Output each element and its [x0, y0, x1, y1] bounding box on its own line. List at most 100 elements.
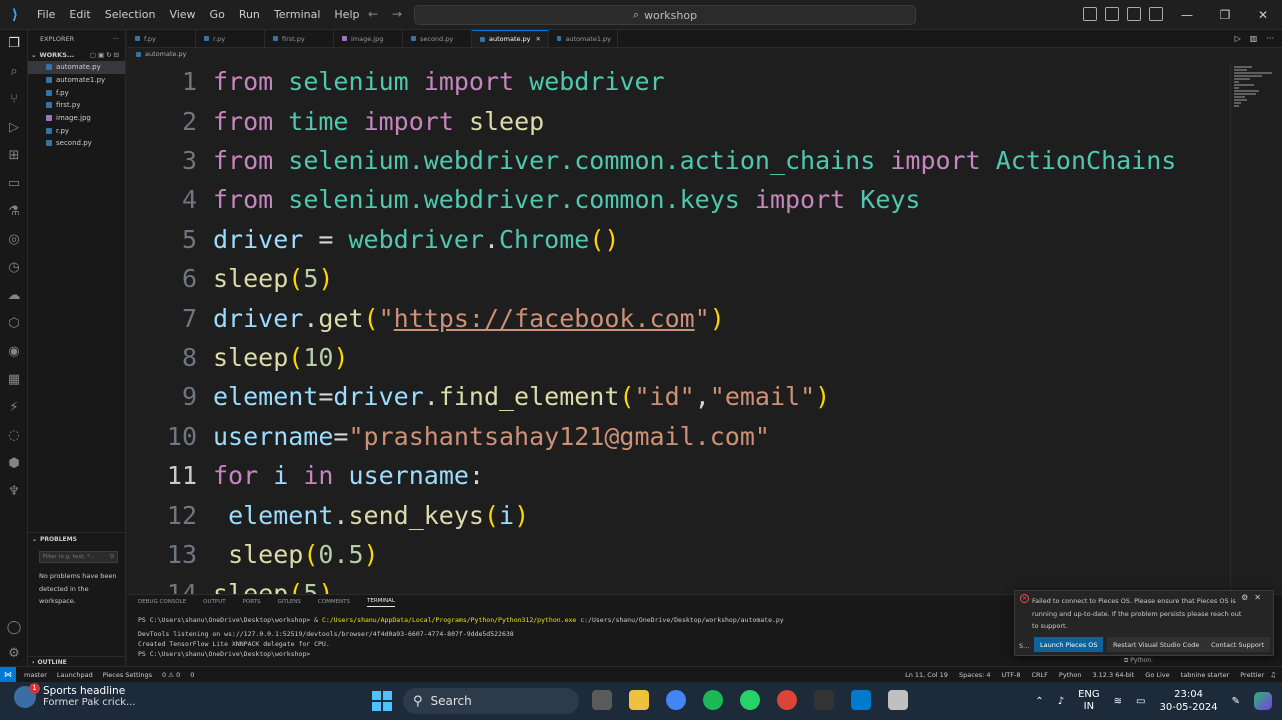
problems-filter-input[interactable]: Filter (e.g. text, *... ▽: [39, 551, 118, 563]
status-item[interactable]: Spaces: 4: [959, 671, 991, 679]
status-item[interactable]: Prettier: [1240, 671, 1264, 679]
code-line[interactable]: 7 driver.get("https://facebook.com"): [127, 298, 725, 337]
file-item[interactable]: r.py: [28, 124, 125, 137]
file-item[interactable]: automate.py: [28, 61, 125, 74]
status-item[interactable]: Ln 11, Col 19: [905, 671, 948, 679]
code-line[interactable]: 3 from selenium.webdriver.common.action_c…: [127, 141, 1176, 180]
chrome-icon[interactable]: [666, 690, 686, 710]
microphone-icon[interactable]: ♪: [1058, 696, 1064, 707]
code-line[interactable]: 14 sleep(5): [127, 574, 334, 594]
wifi-icon[interactable]: ≋: [1114, 696, 1122, 707]
live-share-icon[interactable]: ⚡: [6, 400, 22, 416]
tabnine-icon[interactable]: ◌: [6, 428, 22, 444]
status-item[interactable]: tabnine starter: [1181, 671, 1230, 679]
whatsapp-icon[interactable]: [740, 690, 760, 710]
battery-icon[interactable]: ▭: [1136, 696, 1145, 707]
more-actions-icon[interactable]: ···: [1266, 34, 1274, 43]
task-view-icon[interactable]: [592, 690, 612, 710]
panel-tab-debug-console[interactable]: DEBUG CONSOLE: [138, 599, 186, 605]
toggle-sidebar-icon[interactable]: [1083, 7, 1097, 21]
run-file-icon[interactable]: ▷: [1235, 34, 1241, 43]
terminal-app-icon[interactable]: [814, 690, 834, 710]
menu-item-edit[interactable]: Edit: [62, 8, 97, 21]
panel-tab-ports[interactable]: PORTS: [243, 599, 261, 605]
notification-center-icon[interactable]: ✎: [1232, 696, 1240, 707]
extensions-icon[interactable]: ⊞: [6, 148, 22, 164]
chrome-profile-icon[interactable]: [777, 690, 797, 710]
filter-icon[interactable]: ▽: [110, 554, 114, 560]
status-item[interactable]: Go Live: [1145, 671, 1169, 679]
workspace-folder[interactable]: ⌄ WORKS... ▢▣↻⊟: [28, 48, 125, 61]
status-item[interactable]: Pieces Settings: [103, 671, 152, 679]
command-center-search[interactable]: ⌕ workshop: [414, 5, 916, 25]
status-item[interactable]: Python: [1059, 671, 1082, 679]
vscode-app-icon[interactable]: [851, 690, 871, 710]
editor-tab[interactable]: automate1.py: [549, 30, 618, 47]
status-item[interactable]: UTF-8: [1002, 671, 1021, 679]
packages-icon[interactable]: ⬢: [6, 456, 22, 472]
menu-item-terminal[interactable]: Terminal: [267, 8, 328, 21]
editor-tab[interactable]: first.py: [265, 30, 334, 47]
editor-tab[interactable]: image.jpg: [334, 30, 403, 47]
menu-item-file[interactable]: File: [30, 8, 62, 21]
restart-vscode-button[interactable]: Restart Visual Studio Code: [1107, 637, 1206, 652]
menu-item-view[interactable]: View: [162, 8, 202, 21]
bell-icon[interactable]: ♫: [1270, 671, 1282, 679]
panel-tab-comments[interactable]: COMMENTS: [318, 599, 350, 605]
status-item[interactable]: master: [24, 671, 47, 679]
chevron-up-icon[interactable]: ⌃: [1035, 696, 1043, 707]
copilot-icon[interactable]: ◉: [6, 344, 22, 360]
problems-header[interactable]: ⌄ PROBLEMS: [28, 533, 126, 545]
code-line[interactable]: 12 element.send_keys(i): [127, 495, 529, 534]
file-item[interactable]: f.py: [28, 86, 125, 99]
code-line[interactable]: 8 sleep(10): [127, 338, 349, 377]
toggle-panel-icon[interactable]: [1105, 7, 1119, 21]
editor-tab[interactable]: f.py: [127, 30, 196, 47]
timeline-icon[interactable]: ◷: [6, 260, 22, 276]
contact-support-button[interactable]: Contact Support: [1205, 637, 1271, 652]
language-indicator[interactable]: ENG IN: [1078, 689, 1100, 713]
close-icon[interactable]: ✕: [1244, 0, 1282, 30]
editor-tab[interactable]: automate.py ✕: [472, 30, 549, 47]
status-item[interactable]: 3.12.3 64-bit: [1092, 671, 1134, 679]
docker-icon[interactable]: ☁: [6, 288, 22, 304]
windows-start-icon[interactable]: [372, 691, 392, 711]
code-line[interactable]: 13 sleep(0.5): [127, 535, 379, 574]
remote-icon[interactable]: ⋈: [0, 666, 16, 683]
copilot-app-icon[interactable]: [1254, 692, 1272, 710]
testing-icon[interactable]: ⚗: [6, 204, 22, 220]
toggle-secondary-sidebar-icon[interactable]: [1127, 7, 1141, 21]
status-item[interactable]: CRLF: [1032, 671, 1048, 679]
split-editor-icon[interactable]: ▥: [1250, 34, 1258, 43]
remote-explorer-icon[interactable]: ▭: [6, 176, 22, 192]
status-item[interactable]: 0 ⚠ 0: [162, 671, 180, 679]
file-item[interactable]: automate1.py: [28, 74, 125, 87]
file-item[interactable]: second.py: [28, 137, 125, 150]
gear-icon[interactable]: ⚙: [1241, 593, 1254, 602]
launch-pieces-button[interactable]: Launch Pieces OS: [1034, 637, 1104, 652]
run-debug-icon[interactable]: ▷: [6, 120, 22, 136]
menu-item-selection[interactable]: Selection: [98, 8, 163, 21]
nav-arrows[interactable]: ←→: [368, 7, 416, 21]
code-line[interactable]: 5 driver = webdriver.Chrome(): [127, 220, 619, 259]
maximize-icon[interactable]: ❐: [1206, 0, 1244, 30]
panel-tab-output[interactable]: OUTPUT: [203, 599, 225, 605]
code-line[interactable]: 1 from selenium import webdriver: [127, 62, 665, 101]
menu-item-run[interactable]: Run: [232, 8, 267, 21]
code-line[interactable]: 4 from selenium.webdriver.common.keys imp…: [127, 180, 921, 219]
code-line[interactable]: 10 username="prashantsahay121@gmail.com": [127, 417, 770, 456]
clock[interactable]: 23:04 30-05-2024: [1159, 688, 1217, 714]
panel-tab-gitlens[interactable]: GITLENS: [278, 599, 301, 605]
code-line[interactable]: 2 from time import sleep: [127, 101, 544, 140]
file-item[interactable]: image.jpg: [28, 112, 125, 125]
editor-tab[interactable]: second.py: [403, 30, 472, 47]
breadcrumb[interactable]: automate.py: [136, 50, 187, 58]
menu-item-help[interactable]: Help: [327, 8, 366, 21]
minimap[interactable]: [1230, 62, 1282, 594]
database-icon[interactable]: ▦: [6, 372, 22, 388]
more-actions-icon[interactable]: ···: [113, 35, 119, 43]
taskbar-search[interactable]: ⚲ Search: [403, 688, 579, 714]
status-item[interactable]: Launchpad: [57, 671, 93, 679]
menu-item-go[interactable]: Go: [203, 8, 232, 21]
pieces-icon[interactable]: ⬡: [6, 316, 22, 332]
